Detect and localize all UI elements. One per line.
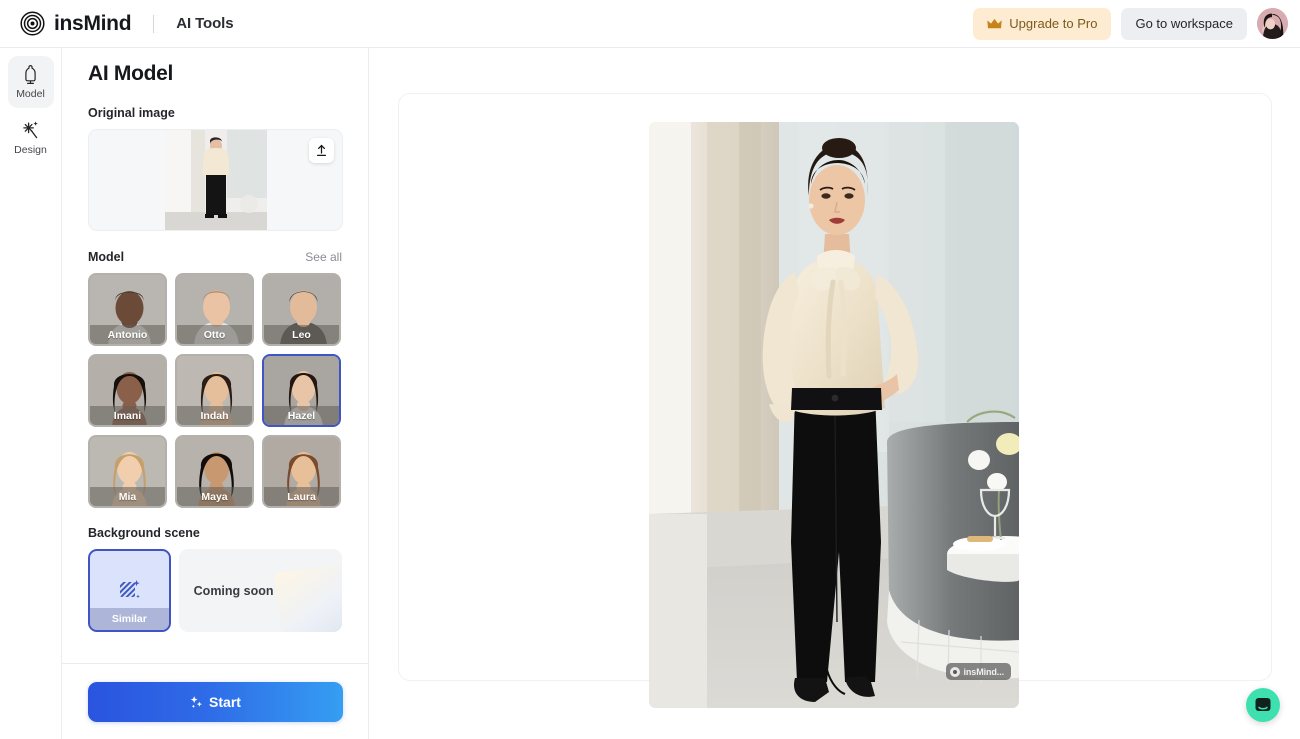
model-card-label: Mia xyxy=(90,487,165,506)
model-grid: Antonio Otto Leo Imani Indah Hazel Mia M… xyxy=(88,273,342,508)
header-actions: Upgrade to Pro Go to workspace xyxy=(973,7,1288,40)
model-card-label: Maya xyxy=(177,487,252,506)
brand-name: insMind xyxy=(54,11,132,35)
left-rail: Model Design xyxy=(0,48,62,739)
start-button-label: Start xyxy=(209,693,241,710)
sparkle-icon xyxy=(189,695,203,709)
background-option-coming-soon: Coming soon xyxy=(178,549,342,632)
watermark-text: insMind... xyxy=(963,666,1005,677)
model-card-indah[interactable]: Indah xyxy=(175,354,254,427)
preview-card: insMind... xyxy=(398,93,1272,708)
background-option-similar[interactable]: Similar xyxy=(88,549,171,632)
avatar[interactable] xyxy=(1257,8,1288,39)
dress-mannequin-icon xyxy=(20,64,41,85)
rail-item-design-label: Design xyxy=(14,144,47,157)
upload-image-button[interactable] xyxy=(309,138,334,163)
model-card-imani[interactable]: Imani xyxy=(88,354,167,427)
brand: insMind AI Tools xyxy=(20,11,234,36)
model-card-label: Leo xyxy=(264,325,339,344)
panel-footer: Start xyxy=(62,663,368,739)
crown-icon xyxy=(987,18,1002,30)
model-card-otto[interactable]: Otto xyxy=(175,273,254,346)
original-image-thumbnail xyxy=(164,130,267,230)
left-panel: AI Model Original image Model See all An… xyxy=(62,48,369,739)
original-image-label: Original image xyxy=(88,106,175,120)
upgrade-to-pro-button[interactable]: Upgrade to Pro xyxy=(973,7,1112,40)
canvas-area: insMind... xyxy=(370,48,1300,739)
original-image-dropzone[interactable] xyxy=(88,129,343,231)
model-section-label: Model xyxy=(88,250,125,264)
watermark: insMind... xyxy=(945,663,1011,680)
generated-model-image xyxy=(649,122,1019,708)
model-card-hazel[interactable]: Hazel xyxy=(262,354,341,427)
model-card-label: Hazel xyxy=(264,406,339,425)
insmind-logo-small-icon xyxy=(949,666,960,677)
model-card-label: Indah xyxy=(177,406,252,425)
diagonal-stripes-sparkle-icon xyxy=(116,578,142,604)
model-card-label: Laura xyxy=(264,487,339,506)
insmind-spiral-logo-icon xyxy=(20,11,45,36)
model-card-label: Imani xyxy=(90,406,165,425)
panel-scroll-area: AI Model Original image Model See all An… xyxy=(62,48,368,663)
page-title: AI Model xyxy=(88,62,174,85)
go-to-workspace-button[interactable]: Go to workspace xyxy=(1121,7,1247,40)
magic-wand-sparkle-icon xyxy=(20,120,41,141)
model-section-header: Model See all xyxy=(88,250,342,264)
upload-arrow-icon xyxy=(315,144,328,157)
model-card-label: Antonio xyxy=(90,325,165,344)
coming-soon-label: Coming soon xyxy=(193,583,274,598)
background-scene-label: Background scene xyxy=(88,526,200,540)
rail-item-design[interactable]: Design xyxy=(8,112,54,164)
start-button[interactable]: Start xyxy=(87,681,343,722)
see-all-models-link[interactable]: See all xyxy=(305,250,342,264)
generated-image-preview[interactable]: insMind... xyxy=(649,122,1019,708)
background-scene-options: Similar Coming soon xyxy=(88,549,342,632)
model-card-maya[interactable]: Maya xyxy=(175,435,254,508)
coming-soon-art-front xyxy=(273,563,342,632)
rail-item-model[interactable]: Model xyxy=(7,56,54,108)
rail-item-model-label: Model xyxy=(16,88,45,101)
chat-support-button[interactable] xyxy=(1246,688,1280,722)
model-card-mia[interactable]: Mia xyxy=(88,435,167,508)
upgrade-to-pro-label: Upgrade to Pro xyxy=(1009,16,1098,31)
model-card-antonio[interactable]: Antonio xyxy=(88,273,167,346)
chat-bubble-icon xyxy=(1254,696,1272,714)
model-card-leo[interactable]: Leo xyxy=(262,273,341,346)
app-subtitle: AI Tools xyxy=(176,15,234,32)
model-card-label: Otto xyxy=(177,325,252,344)
brand-divider xyxy=(153,14,155,33)
background-option-label: Similar xyxy=(90,608,169,630)
app-header: insMind AI Tools Upgrade to Pro Go to wo… xyxy=(0,0,1300,48)
model-card-laura[interactable]: Laura xyxy=(262,435,341,508)
